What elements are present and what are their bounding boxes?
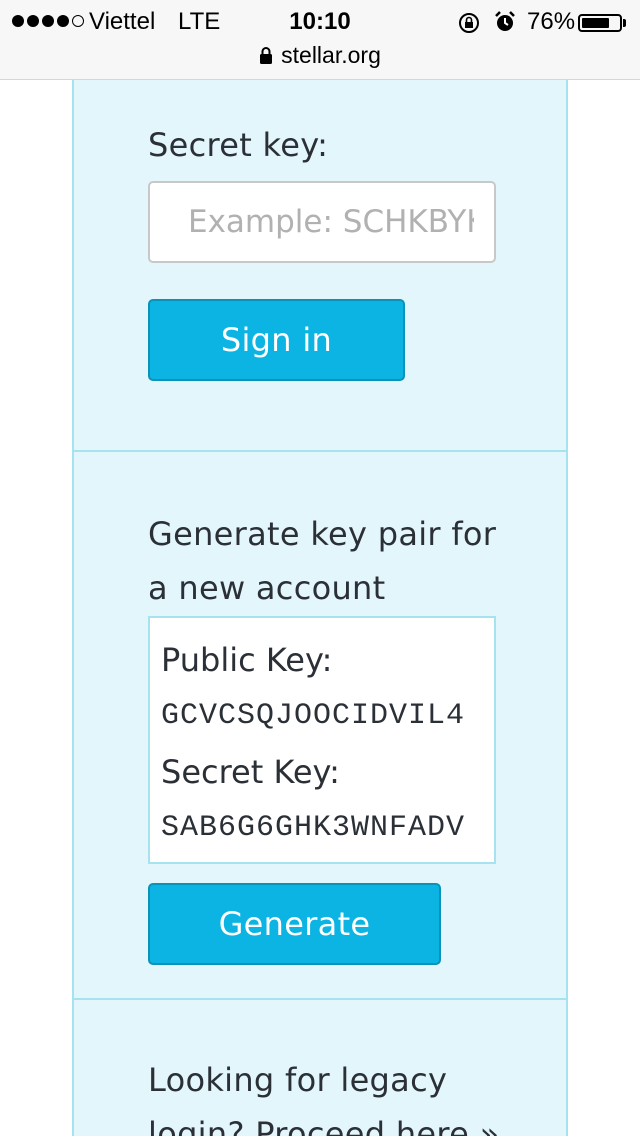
generate-button[interactable]: Generate <box>148 883 441 965</box>
keypair-box: Public Key: GCVCSQJOOCIDVIL4 Secret Key:… <box>148 616 496 864</box>
address-bar[interactable]: stellar.org <box>0 40 640 70</box>
legacy-text-line1: Looking for legacy <box>148 1061 448 1099</box>
lock-icon <box>260 47 273 64</box>
secret-key-value: SAB6G6GHK3WNFADV <box>161 811 466 845</box>
alarm-icon <box>495 11 515 31</box>
secret-key-label: Secret key: <box>148 126 329 164</box>
public-key-label: Public Key: <box>161 641 333 679</box>
battery-icon <box>578 14 622 32</box>
generate-heading-line1: Generate key pair for <box>148 515 497 553</box>
battery-percentage: 76% <box>527 8 576 35</box>
legacy-login-link[interactable]: login? Proceed here » <box>148 1107 500 1136</box>
status-row: Viettel LTE 10:10 76% <box>0 4 640 38</box>
legacy-login-panel: Looking for legacy login? Proceed here » <box>72 1000 568 1136</box>
generate-keypair-panel: Generate key pair for a new account Publ… <box>72 452 568 1000</box>
secret-key-result-label: Secret Key: <box>161 753 340 791</box>
secret-key-input[interactable] <box>148 181 496 263</box>
url-text: stellar.org <box>281 41 381 68</box>
public-key-value: GCVCSQJOOCIDVIL4 <box>161 699 466 733</box>
signin-panel: Secret key: Sign in <box>72 80 568 452</box>
generate-heading-line2: a new account <box>148 569 386 607</box>
page-content: Secret key: Sign in Generate key pair fo… <box>0 80 640 1136</box>
status-bar: Viettel LTE 10:10 76% stellar.org <box>0 0 640 80</box>
sign-in-button[interactable]: Sign in <box>148 299 405 381</box>
rotation-lock-icon <box>459 13 479 33</box>
